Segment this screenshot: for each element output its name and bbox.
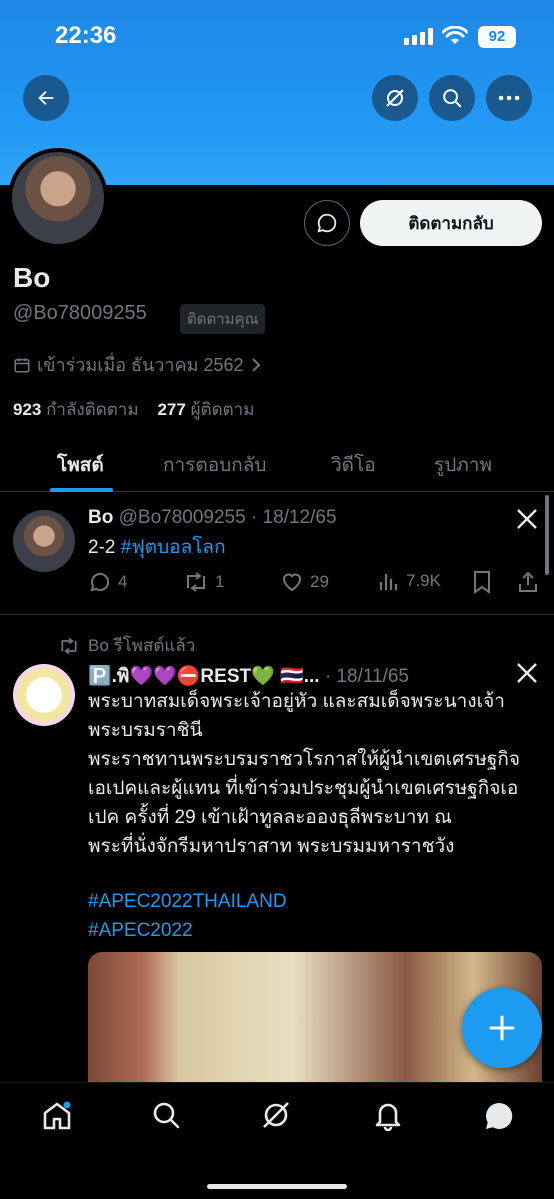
tab-posts[interactable]: โพสต์ xyxy=(57,450,104,480)
grok-icon xyxy=(386,89,404,107)
tweet-author-name[interactable]: Bo xyxy=(88,507,113,528)
tweet-line: พระราชทานพระบรมราชวโรกาสให้ผู้นำเขตเศรษฐ… xyxy=(88,749,521,770)
bookmark-button[interactable] xyxy=(472,570,492,594)
status-time: 22:36 xyxy=(55,22,117,49)
status-bar: 22:36 92 xyxy=(0,22,554,52)
followers-count: 277 xyxy=(157,400,186,419)
joined-text: เข้าร่วมเมื่อ ธันวาคม 2562 xyxy=(37,355,244,375)
scrollbar[interactable] xyxy=(545,495,549,575)
profile-name: Bo xyxy=(13,262,51,293)
tweet-text-prefix: 2-2 xyxy=(88,537,121,558)
tab-photos[interactable]: รูปภาพ xyxy=(434,450,492,480)
following-label: กำลังติดตาม xyxy=(46,400,139,419)
profile-tabs: โพสต์ การตอบกลับ วิดีโอ รูปภาพ xyxy=(0,436,554,492)
tweet-date: · 18/12/65 xyxy=(250,507,337,528)
grok-icon xyxy=(263,1102,289,1128)
retweet-icon xyxy=(187,572,205,592)
tweet-line: พระบาทสมเด็จพระเจ้าอยู่หัว และสมเด็จพระน… xyxy=(88,691,505,712)
back-button[interactable] xyxy=(23,75,69,121)
like-count: 29 xyxy=(310,572,329,591)
tweet-avatar[interactable] xyxy=(13,510,75,572)
retweet-icon xyxy=(61,637,77,654)
tweet-avatar[interactable] xyxy=(13,664,75,726)
tweet-date: · 18/11/65 xyxy=(324,666,409,687)
reply-count: 4 xyxy=(118,572,128,591)
followers-link[interactable]: 277 ผู้ติดตาม xyxy=(157,400,254,419)
tweet-header: Bo @Bo78009255 · 18/12/65 xyxy=(88,507,337,529)
plus-icon xyxy=(489,1015,515,1041)
tweet-line: เปค ครั้งที่ 29 เข้าเฝ้าทูลละอองธุลีพระบ… xyxy=(88,807,452,828)
home-icon xyxy=(43,1101,71,1130)
tab-replies[interactable]: การตอบกลับ xyxy=(163,450,266,480)
message-bubble-icon xyxy=(317,213,337,233)
active-tab-indicator xyxy=(50,488,113,492)
search-button[interactable] xyxy=(429,75,475,121)
nav-home[interactable] xyxy=(40,1099,74,1138)
messages-icon xyxy=(486,1102,513,1129)
tweet-hashtag[interactable]: #ฟุตบอลโลก xyxy=(121,537,226,558)
nav-grok[interactable] xyxy=(260,1099,292,1136)
more-options-button[interactable] xyxy=(486,75,532,121)
arrow-left-icon xyxy=(38,90,54,106)
profile-handle: @Bo78009255 xyxy=(13,302,147,324)
bottom-navigation xyxy=(0,1082,554,1199)
nav-messages[interactable] xyxy=(482,1099,516,1138)
follows-you-badge: ติดตามคุณ xyxy=(180,304,266,334)
retweet-count: 1 xyxy=(215,572,225,591)
tweet-text: พระบาทสมเด็จพระเจ้าอยู่หัว และสมเด็จพระน… xyxy=(88,687,540,945)
cellular-signal-icon xyxy=(404,28,433,45)
compose-post-button[interactable] xyxy=(462,988,542,1068)
tweet-hashtag[interactable]: #APEC2022 xyxy=(88,916,540,945)
share-icon xyxy=(519,571,537,592)
share-button[interactable] xyxy=(516,570,540,594)
battery-indicator: 92 xyxy=(478,26,516,48)
message-button[interactable] xyxy=(304,200,350,246)
following-link[interactable]: 923 กำลังติดตาม xyxy=(13,400,139,419)
tweet-text: 2-2 #ฟุตบอลโลก xyxy=(88,533,226,562)
follow-counts: 923 กำลังติดตาม 277 ผู้ติดตาม xyxy=(13,396,254,423)
joined-date[interactable]: เข้าร่วมเมื่อ ธันวาคม 2562 xyxy=(13,350,262,379)
search-icon xyxy=(443,89,462,108)
profile-avatar[interactable] xyxy=(8,148,108,248)
tweet-line: พระที่นั่งจักรีมหาปราสาท พระบรมมหาราชวัง xyxy=(88,836,455,857)
search-icon xyxy=(153,1102,180,1129)
wifi-icon xyxy=(442,26,468,44)
tweet-line: เอเปคและผู้แทน ที่เข้าร่วมประชุมผู้นำเขต… xyxy=(88,778,519,799)
nav-notifications[interactable] xyxy=(372,1099,404,1136)
tweet-line: พระบรมราชินี xyxy=(88,720,203,741)
home-indicator xyxy=(207,1184,347,1189)
followers-label: ผู้ติดตาม xyxy=(190,400,255,419)
reply-button[interactable]: 4 xyxy=(88,570,127,594)
tweet-author-name[interactable]: 🅿️.พิ💜💜⛔REST💚 🇹🇭... xyxy=(88,666,320,687)
views-button[interactable]: 7.9K xyxy=(378,570,441,592)
nav-search[interactable] xyxy=(150,1099,182,1136)
retweet-button[interactable]: 1 xyxy=(183,570,224,594)
more-icon xyxy=(498,95,520,101)
tweet-hashtag[interactable]: #APEC2022THAILAND xyxy=(88,887,540,916)
repost-label[interactable]: Bo รีโพสต์แล้ว xyxy=(88,632,195,659)
chevron-right-icon xyxy=(251,357,260,372)
tab-videos[interactable]: วิดีโอ xyxy=(331,450,376,480)
grok-button[interactable] xyxy=(372,75,418,121)
heart-icon xyxy=(282,573,302,592)
like-button[interactable]: 29 xyxy=(280,570,329,594)
tweet-divider xyxy=(0,614,554,615)
tweet-actions: 4 1 29 7.9K xyxy=(88,570,544,598)
views-chart-icon xyxy=(379,574,398,590)
reply-icon xyxy=(90,572,110,592)
following-count: 923 xyxy=(13,400,42,419)
x-logo-icon[interactable] xyxy=(515,507,539,531)
tweet-author-handle: @Bo78009255 xyxy=(118,507,246,528)
follow-back-button[interactable]: ติดตามกลับ xyxy=(360,200,542,246)
x-logo-icon[interactable] xyxy=(515,661,539,685)
bell-icon xyxy=(375,1103,401,1132)
calendar-icon xyxy=(14,357,30,372)
bookmark-icon xyxy=(474,571,490,594)
views-count: 7.9K xyxy=(406,571,441,590)
repost-indicator: Bo รีโพสต์แล้ว xyxy=(58,632,195,659)
